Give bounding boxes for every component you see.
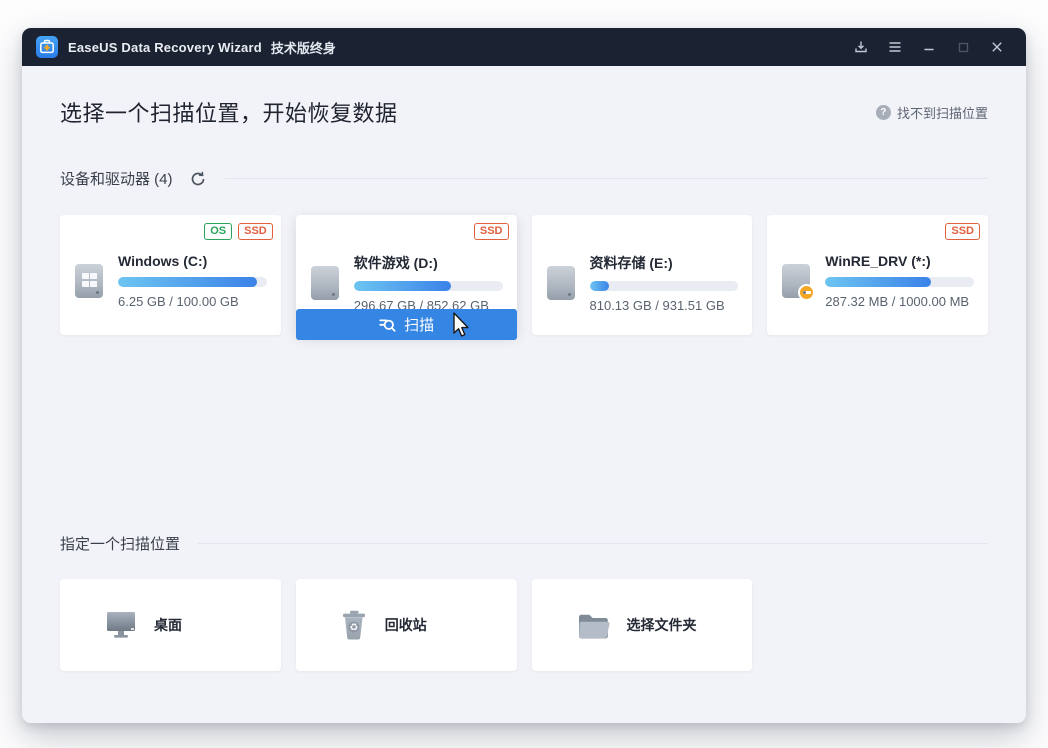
location-card-desktop[interactable]: 桌面 xyxy=(60,579,281,671)
capacity-bar-fill xyxy=(590,281,609,291)
help-link-label: 找不到扫描位置 xyxy=(897,103,988,122)
capacity-bar xyxy=(825,277,974,287)
drive-usage: 810.13 GB / 931.51 GB xyxy=(590,298,739,313)
drive-usage: 287.32 MB / 1000.00 MB xyxy=(825,294,974,309)
refresh-icon[interactable] xyxy=(189,170,207,188)
drive-icon xyxy=(547,266,575,300)
app-edition-label: 技术版终身 xyxy=(271,38,336,57)
minus-badge-icon xyxy=(798,284,815,301)
capacity-bar xyxy=(118,277,267,287)
ssd-badge: SSD xyxy=(474,223,509,240)
capacity-bar xyxy=(354,281,503,291)
scan-search-icon xyxy=(378,316,396,334)
close-icon[interactable] xyxy=(982,32,1012,62)
location-label: 桌面 xyxy=(154,615,182,635)
divider xyxy=(225,178,988,179)
scan-button-label: 扫描 xyxy=(404,314,434,335)
question-circle-icon: ? xyxy=(876,105,891,120)
drive-card-winre[interactable]: SSD WinRE_DRV (*:) 287.32 MB / 1000.00 M… xyxy=(767,215,988,335)
app-logo-icon xyxy=(36,36,58,58)
app-title: EaseUS Data Recovery Wizard xyxy=(68,40,262,55)
capacity-bar-fill xyxy=(354,281,451,291)
location-card-list: 桌面 ♻ 回收站 选择文件夹 xyxy=(60,579,988,671)
devices-section-label: 设备和驱动器 (4) xyxy=(60,168,173,189)
drive-icon xyxy=(782,264,810,298)
location-card-choose-folder[interactable]: 选择文件夹 xyxy=(532,579,753,671)
drive-name: 资料存储 (E:) xyxy=(590,253,739,273)
page-title: 选择一个扫描位置，开始恢复数据 xyxy=(60,96,398,128)
capacity-bar xyxy=(590,281,739,291)
menu-icon[interactable] xyxy=(880,32,910,62)
ssd-badge: SSD xyxy=(238,223,273,240)
capacity-bar-fill xyxy=(825,277,931,287)
location-label: 回收站 xyxy=(385,615,427,635)
drive-icon xyxy=(75,264,103,298)
os-badge: OS xyxy=(204,223,232,240)
drive-card-e[interactable]: 资料存储 (E:) 810.13 GB / 931.51 GB xyxy=(532,215,753,335)
capacity-bar-fill xyxy=(118,277,257,287)
drive-icon xyxy=(311,266,339,300)
drive-usage: 6.25 GB / 100.00 GB xyxy=(118,294,267,309)
drive-name: Windows (C:) xyxy=(118,253,267,269)
windows-logo-icon xyxy=(82,273,97,287)
desktop-icon xyxy=(105,610,137,640)
recycle-bin-icon: ♻ xyxy=(341,610,368,641)
location-label: 选择文件夹 xyxy=(627,615,697,635)
scan-button[interactable]: 扫描 xyxy=(296,309,517,340)
drive-card-d[interactable]: SSD 软件游戏 (D:) 296.67 GB / 852.62 GB xyxy=(296,215,517,335)
location-card-recycle-bin[interactable]: ♻ 回收站 xyxy=(296,579,517,671)
maximize-icon[interactable] xyxy=(948,32,978,62)
help-link[interactable]: ? 找不到扫描位置 xyxy=(876,103,988,122)
drive-card-list: OS SSD Windows (C:) 6.25 GB / 100.00 GB xyxy=(60,215,988,335)
svg-text:♻: ♻ xyxy=(349,622,358,633)
divider xyxy=(198,543,988,544)
app-window: EaseUS Data Recovery Wizard 技术版终身 xyxy=(22,28,1026,723)
main-content: 选择一个扫描位置，开始恢复数据 ? 找不到扫描位置 设备和驱动器 (4) OS xyxy=(22,66,1026,723)
drive-name: WinRE_DRV (*:) xyxy=(825,253,974,269)
minimize-icon[interactable] xyxy=(914,32,944,62)
titlebar: EaseUS Data Recovery Wizard 技术版终身 xyxy=(22,28,1026,66)
ssd-badge: SSD xyxy=(945,223,980,240)
drive-card-windows-c[interactable]: OS SSD Windows (C:) 6.25 GB / 100.00 GB xyxy=(60,215,281,335)
download-icon[interactable] xyxy=(846,32,876,62)
folder-icon xyxy=(577,612,610,639)
locations-section-label: 指定一个扫描位置 xyxy=(60,533,180,554)
drive-name: 软件游戏 (D:) xyxy=(354,253,503,273)
